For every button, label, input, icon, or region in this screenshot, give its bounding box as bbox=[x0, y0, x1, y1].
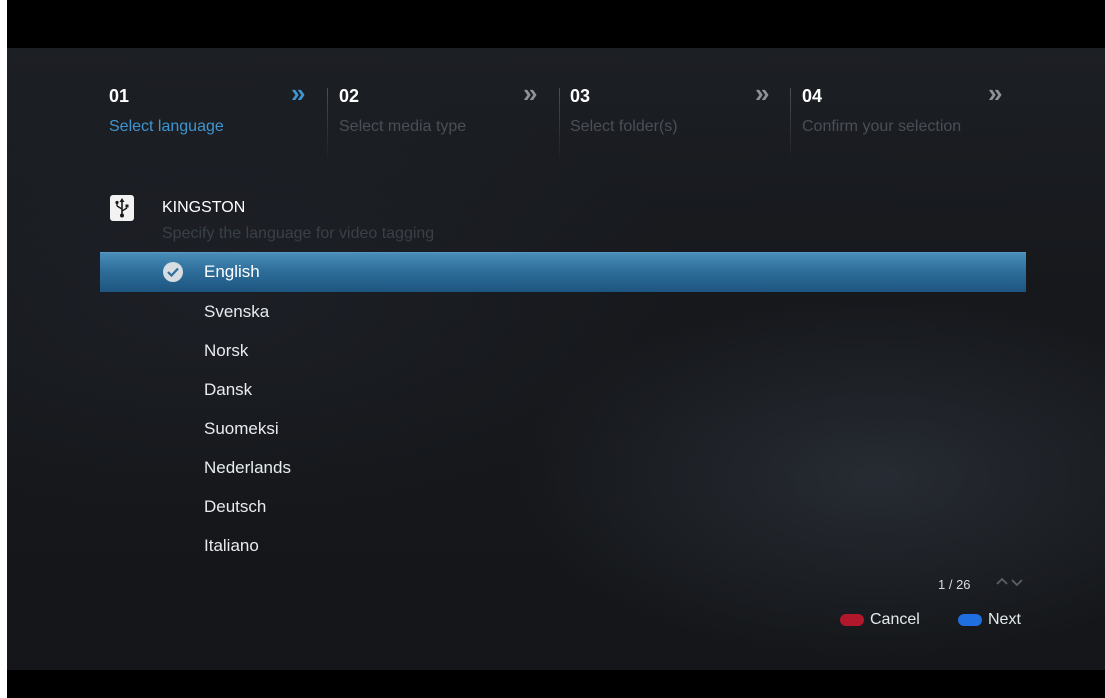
step-2-title: Select media type bbox=[339, 118, 467, 135]
step-2[interactable]: 02 Select media type » bbox=[339, 48, 561, 158]
language-label: Norsk bbox=[204, 341, 249, 360]
language-label: Dansk bbox=[204, 380, 253, 399]
scroll-arrows-icon[interactable] bbox=[995, 575, 1025, 589]
language-label: English bbox=[204, 262, 260, 281]
wizard-steps: 01 Select language » 02 Select media typ… bbox=[7, 48, 1105, 158]
next-label: Next bbox=[988, 611, 1021, 628]
tv-screen: 01 Select language » 02 Select media typ… bbox=[7, 0, 1105, 698]
language-label: Svenska bbox=[204, 302, 270, 321]
language-item[interactable]: Suomeksi bbox=[100, 409, 1026, 449]
red-key-icon bbox=[840, 614, 864, 626]
device-instruction: Specify the language for video tagging bbox=[162, 225, 435, 242]
step-1-title: Select language bbox=[109, 118, 224, 135]
language-item[interactable]: Nederlands bbox=[100, 448, 1026, 488]
step-4-number: 04 bbox=[802, 86, 823, 106]
chevron-right-icon: » bbox=[523, 78, 538, 108]
blue-key-icon bbox=[958, 614, 982, 626]
step-3-number: 03 bbox=[570, 86, 591, 106]
chevron-right-icon: » bbox=[755, 78, 770, 108]
device-name: KINGSTON bbox=[162, 199, 246, 216]
step-divider bbox=[559, 88, 560, 158]
language-item[interactable]: Norsk bbox=[100, 331, 1026, 371]
step-1[interactable]: 01 Select language » bbox=[109, 48, 331, 158]
setup-panel: 01 Select language » 02 Select media typ… bbox=[7, 48, 1105, 670]
language-label: Italiano bbox=[204, 536, 259, 555]
language-label: Suomeksi bbox=[204, 419, 279, 438]
check-circle-icon bbox=[163, 262, 183, 282]
language-label: Deutsch bbox=[204, 497, 267, 516]
page-indicator: 1 / 26 bbox=[938, 577, 971, 592]
step-divider bbox=[327, 88, 328, 158]
step-4[interactable]: 04 Confirm your selection » bbox=[802, 48, 1032, 158]
language-item[interactable]: Svenska bbox=[100, 292, 1026, 332]
language-label: Nederlands bbox=[204, 458, 291, 477]
step-3[interactable]: 03 Select folder(s) » bbox=[570, 48, 792, 158]
language-item[interactable]: Dansk bbox=[100, 370, 1026, 410]
step-divider bbox=[790, 88, 791, 158]
usb-icon bbox=[110, 195, 134, 221]
chevron-right-icon: » bbox=[988, 78, 1003, 108]
language-item-selected[interactable]: English bbox=[100, 252, 1026, 292]
language-item[interactable]: Deutsch bbox=[100, 487, 1026, 527]
step-4-title: Confirm your selection bbox=[802, 118, 962, 135]
cancel-label: Cancel bbox=[870, 611, 920, 628]
chevron-right-icon: » bbox=[291, 78, 306, 108]
step-1-number: 01 bbox=[109, 86, 130, 106]
language-item[interactable]: Italiano bbox=[100, 526, 1026, 566]
step-3-title: Select folder(s) bbox=[570, 118, 678, 135]
step-2-number: 02 bbox=[339, 86, 360, 106]
